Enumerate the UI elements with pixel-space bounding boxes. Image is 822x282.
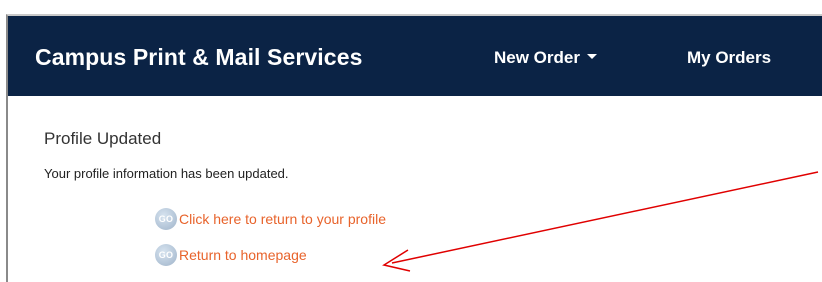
nav-new-order-label: New Order: [494, 48, 580, 67]
caret-down-icon: [586, 54, 597, 60]
page-heading: Profile Updated: [44, 129, 162, 148]
go-icon: GO: [155, 244, 177, 266]
go-icon: GO: [155, 208, 177, 230]
browser-window: Campus Print & Mail Services New Order M…: [6, 14, 822, 282]
brand-title[interactable]: Campus Print & Mail Services: [35, 44, 362, 71]
main-content: Profile Updated Your profile information…: [8, 96, 822, 282]
nav-new-order[interactable]: New Order: [494, 48, 597, 68]
nav-my-orders[interactable]: My Orders: [687, 48, 771, 68]
return-to-profile-link[interactable]: GO Click here to return to your profile: [155, 208, 386, 230]
return-to-profile-label[interactable]: Click here to return to your profile: [179, 211, 386, 227]
return-to-homepage-label[interactable]: Return to homepage: [179, 247, 307, 263]
status-message: Your profile information has been update…: [44, 166, 289, 181]
navbar: Campus Print & Mail Services New Order M…: [8, 16, 822, 96]
return-to-homepage-link[interactable]: GO Return to homepage: [155, 244, 307, 266]
